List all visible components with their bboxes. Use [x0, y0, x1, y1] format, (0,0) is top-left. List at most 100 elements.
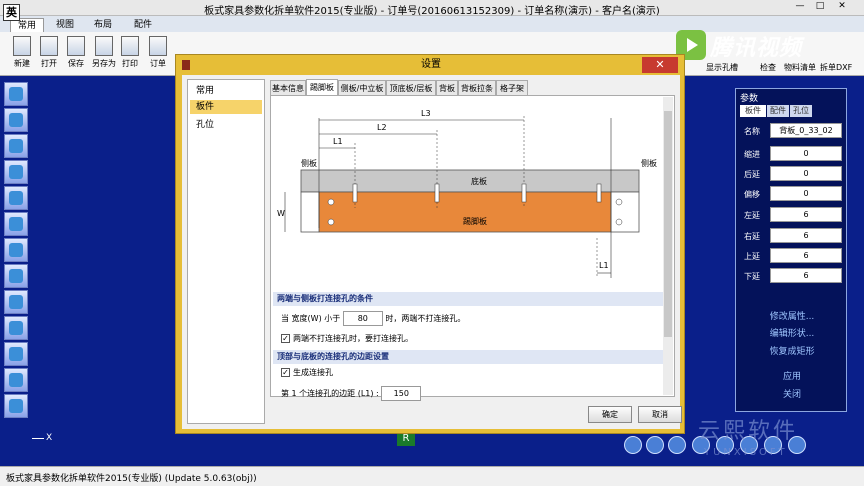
tab-back-panel[interactable]: 背板 [436, 80, 458, 95]
save-icon [67, 36, 85, 56]
nav-item-holes[interactable]: 孔位 [190, 118, 262, 132]
restore-rectangle-link[interactable]: 恢复成矩形 [740, 344, 844, 357]
edit-shape-link[interactable]: 编辑形状... [740, 326, 844, 339]
section-end-holes-header: 两端与侧板打连接孔的条件 [273, 292, 663, 306]
tool-move-icon[interactable] [4, 238, 28, 262]
param-key: 下延 [744, 272, 760, 281]
settings-tabs: 基本信息 踢脚板 侧板/中立板 顶底板/层板 背板 背板拉条 格子架 [270, 79, 675, 95]
kick-board-diagram: L3 L2 L1 L1 侧板 侧板 底板 踢脚板 W [277, 109, 657, 278]
param-value[interactable]: 6 [770, 228, 842, 243]
dialog-close-button[interactable]: ✕ [642, 57, 678, 73]
kick-board-label: 踢脚板 [463, 216, 487, 226]
param-row-offset: 偏移 0 [740, 186, 844, 202]
ok-button[interactable]: 确定 [588, 406, 632, 423]
side-right-label: 侧板 [641, 158, 657, 168]
dialog-title: 设置 [421, 59, 441, 70]
edge-distance-row: 第 1 个连接孔的边距 (L1) : 150 [281, 386, 422, 401]
print-button[interactable]: 打印 [116, 36, 144, 69]
ribbon-tab-fittings[interactable]: 配件 [126, 18, 160, 32]
width-prefix: 当 宽度(W) 小于 [281, 314, 341, 323]
ribbon-tab-layout[interactable]: 布局 [86, 18, 120, 32]
width-threshold-input[interactable]: 80 [342, 311, 383, 326]
l2-label: L2 [377, 123, 387, 132]
section-edge-header: 顶部与底板的连接孔的边距设置 [273, 350, 663, 364]
edge-distance-label: 第 1 个连接孔的边距 (L1) : [281, 389, 379, 398]
param-value[interactable]: 6 [770, 207, 842, 222]
param-row-top: 上延 6 [740, 248, 844, 264]
tool-measure-icon[interactable] [4, 264, 28, 288]
tab-scrollbar[interactable] [663, 97, 673, 395]
ime-indicator[interactable]: 英 [3, 4, 20, 21]
minimize-icon[interactable]: — [792, 1, 808, 14]
x-axis-label: X [46, 433, 53, 443]
tab-side-panel[interactable]: 侧板/中立板 [338, 80, 386, 95]
param-value[interactable]: 0 [770, 186, 842, 201]
nav-item-common[interactable]: 常用 [190, 84, 262, 98]
params-tab-fitting[interactable]: 配件 [767, 105, 789, 117]
param-value[interactable]: 6 [770, 268, 842, 283]
tab-content: L3 L2 L1 L1 侧板 侧板 底板 踢脚板 W 两端与侧板打连接孔的条件 … [270, 95, 675, 401]
save-as-label: 另存为 [92, 59, 116, 68]
r-marker: R [397, 432, 415, 446]
param-value[interactable]: 6 [770, 248, 842, 263]
modify-attributes-link[interactable]: 修改属性... [740, 309, 844, 322]
tab-kick-board[interactable]: 踢脚板 [306, 79, 338, 95]
new-label: 新建 [14, 59, 30, 68]
title-bar: 板式家具参数化拆单软件2015(专业版) - 订单号(2016061315230… [0, 0, 864, 17]
rotate-icon[interactable] [668, 436, 686, 454]
tool-puzzle-icon[interactable] [4, 82, 28, 106]
tab-top-bottom[interactable]: 顶底板/层板 [386, 80, 436, 95]
tool-checker-icon[interactable] [4, 186, 28, 210]
save-button[interactable]: 保存 [62, 36, 90, 69]
scroll-thumb[interactable] [664, 111, 672, 337]
tool-refresh-icon[interactable] [4, 134, 28, 158]
generate-hole-checkbox[interactable]: ✓ [281, 368, 290, 377]
param-key: 名称 [744, 127, 760, 136]
tool-layer-icon[interactable] [4, 368, 28, 392]
left-side-shape [300, 191, 320, 233]
open-button[interactable]: 打开 [35, 36, 63, 69]
l3-label: L3 [421, 109, 431, 118]
params-tab-hole[interactable]: 孔位 [790, 105, 812, 117]
param-value[interactable]: 0 [770, 146, 842, 161]
watermark: 云熙软件 [698, 419, 799, 444]
tool-grid-icon[interactable] [4, 212, 28, 236]
cancel-button[interactable]: 取消 [638, 406, 682, 423]
param-key: 左延 [744, 211, 760, 220]
close-link[interactable]: 关闭 [740, 387, 844, 400]
tab-back-strip[interactable]: 背板拉条 [458, 80, 496, 95]
window-title: 板式家具参数化拆单软件2015(专业版) - 订单号(2016061315230… [204, 6, 660, 17]
tab-basic-info[interactable]: 基本信息 [270, 80, 306, 95]
nav-item-board[interactable]: 板件 [190, 100, 262, 114]
settings-nav: 常用 板件 孔位 [187, 79, 265, 424]
edge-distance-input[interactable]: 150 [381, 386, 422, 401]
param-value[interactable]: 0 [770, 166, 842, 181]
folder-icon [40, 36, 58, 56]
apply-link[interactable]: 应用 [740, 369, 844, 382]
zoom-in-icon[interactable] [624, 436, 642, 454]
l1-top-label: L1 [333, 137, 343, 146]
tool-list-icon[interactable] [4, 342, 28, 366]
tool-export-icon[interactable] [4, 394, 28, 418]
end-hole-checkbox[interactable]: ✓ [281, 334, 290, 343]
param-key: 偏移 [744, 190, 760, 199]
param-value[interactable]: 背板_0_33_02 [770, 123, 842, 138]
save-label: 保存 [68, 59, 84, 68]
tab-lattice-rack[interactable]: 格子架 [496, 80, 528, 95]
tool-puzzle-add-icon[interactable] [4, 108, 28, 132]
close-icon[interactable]: ✕ [834, 1, 850, 14]
tool-zoom-icon[interactable] [4, 160, 28, 184]
save-as-icon [95, 36, 113, 56]
maximize-icon[interactable]: □ [812, 1, 828, 14]
new-button[interactable]: 新建 [8, 36, 36, 69]
zoom-out-icon[interactable] [646, 436, 664, 454]
l1-bottom-label: L1 [599, 261, 609, 270]
open-label: 打开 [41, 59, 57, 68]
tool-3d-icon[interactable] [4, 290, 28, 314]
params-tab-board[interactable]: 板件 [740, 105, 766, 117]
param-key: 上延 [744, 252, 760, 261]
order-button[interactable]: 订单 [144, 36, 172, 69]
param-key: 后延 [744, 170, 760, 179]
ribbon-tab-view[interactable]: 视图 [48, 18, 82, 32]
tool-panel-icon[interactable] [4, 316, 28, 340]
